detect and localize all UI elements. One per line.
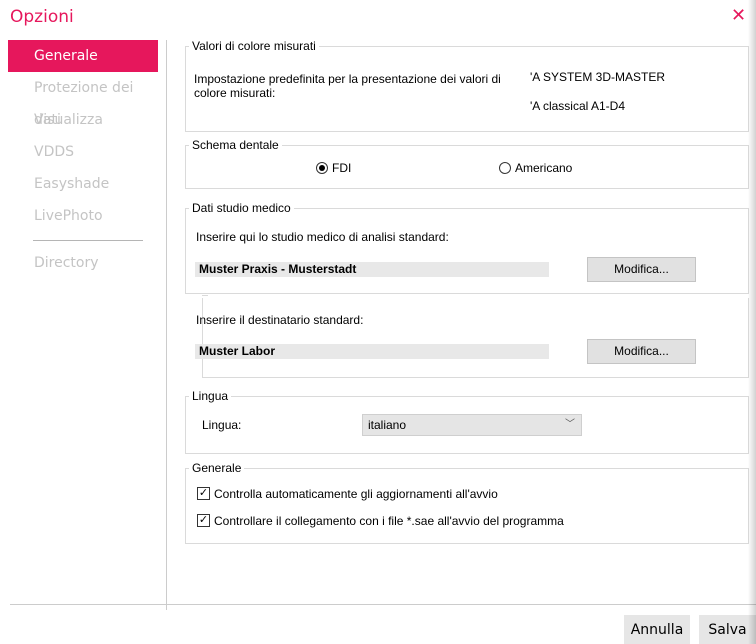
americano-label[interactable]: Americano: [515, 161, 572, 175]
lingua-legend: Lingua: [189, 389, 232, 403]
auto-update-label[interactable]: Controlla automaticamente gli aggiorname…: [214, 487, 498, 501]
sidebar-item-directory[interactable]: Directory: [8, 247, 158, 279]
sidebar-item-vdds[interactable]: VDDS: [8, 136, 158, 168]
lingua-label: Lingua:: [202, 418, 242, 432]
generale-group: [185, 468, 749, 544]
schema-legend: Schema dentale: [189, 138, 282, 152]
fdi-label[interactable]: FDI: [332, 161, 351, 175]
footer-divider: [10, 604, 756, 605]
radio-selected-dot: [319, 165, 325, 171]
lingua-select-value: italiano: [368, 418, 407, 432]
sidebar-item-generale[interactable]: Generale: [8, 40, 158, 72]
studio-prompt: Inserire qui lo studio medico di analisi…: [196, 230, 449, 244]
edit-studio-button[interactable]: Modifica...: [587, 257, 696, 282]
destinatario-group: [202, 298, 749, 378]
colori-option-3d-master[interactable]: 'A SYSTEM 3D-MASTER: [530, 70, 665, 84]
sae-link-checkbox[interactable]: ✓: [197, 514, 210, 527]
sidebar-item-visualizza[interactable]: Visualizza: [8, 104, 158, 136]
cancel-button[interactable]: Annulla: [624, 615, 690, 644]
sidebar-item-livephoto[interactable]: LivePhoto: [8, 200, 158, 232]
edit-destinatario-button[interactable]: Modifica...: [587, 339, 696, 364]
lingua-select[interactable]: italiano ﹀: [362, 414, 582, 436]
close-icon[interactable]: ✕: [731, 6, 746, 26]
studio-legend: Dati studio medico: [189, 201, 294, 215]
save-button[interactable]: Salva: [699, 615, 756, 644]
destinatario-value-field: Muster Labor: [195, 344, 549, 359]
fdi-radio[interactable]: [316, 162, 328, 174]
colori-option-classical[interactable]: 'A classical A1-D4: [530, 99, 625, 113]
dialog-title: Opzioni: [10, 7, 74, 27]
destinatario-group-corner: [202, 295, 208, 296]
sidebar-separator: [166, 40, 167, 610]
sae-link-label[interactable]: Controllare il collegamento con i file *…: [214, 514, 564, 528]
chevron-down-icon: ﹀: [565, 419, 575, 430]
sidebar-item-easyshade[interactable]: Easyshade: [8, 168, 158, 200]
options-dialog: Opzioni ✕ Generale Protezione dei dati V…: [0, 0, 756, 644]
colori-legend: Valori di colore misurati: [189, 39, 319, 53]
generale-legend: Generale: [189, 461, 245, 475]
sidebar-item-protezione-dati[interactable]: Protezione dei dati: [8, 72, 158, 128]
destinatario-prompt: Inserire il destinatario standard:: [196, 313, 364, 327]
colori-description: Impostazione predefinita per la presenta…: [194, 72, 501, 100]
auto-update-checkbox[interactable]: ✓: [197, 487, 210, 500]
studio-value-field: Muster Praxis - Musterstadt: [195, 262, 549, 277]
sidebar-divider: [33, 240, 143, 241]
americano-radio[interactable]: [499, 162, 511, 174]
